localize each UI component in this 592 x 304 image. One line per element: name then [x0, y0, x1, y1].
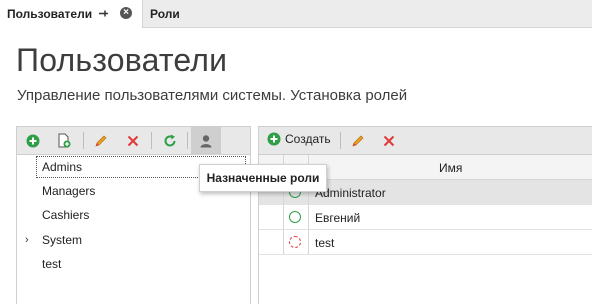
create-user-button[interactable]: Создать [267, 132, 331, 146]
tab-users-label: Пользователи [7, 7, 93, 21]
tooltip: Назначенные роли [199, 164, 327, 192]
delete-icon [383, 135, 395, 146]
toolbar-separator [83, 132, 84, 149]
status-cell [283, 205, 309, 229]
new-document-button[interactable] [49, 127, 79, 154]
groups-panel: Admins Managers Cashiers › System test [16, 126, 251, 304]
user-name: Евгений [315, 211, 361, 225]
table-row[interactable]: test [259, 230, 592, 255]
tree-item-label: test [42, 257, 62, 271]
refresh-button[interactable] [155, 127, 185, 154]
page-subtitle: Управление пользователями системы. Устан… [17, 87, 408, 104]
pin-icon[interactable] [98, 8, 109, 19]
tree-item-label: System [42, 233, 83, 247]
tree-item-label: Admins [42, 160, 83, 174]
inactive-status-icon [289, 236, 301, 248]
status-cell [283, 230, 309, 254]
groups-toolbar [17, 127, 250, 155]
users-panel: Создать Имя Administrator Евгений test [258, 126, 592, 304]
user-name: test [315, 236, 335, 250]
user-icon [200, 134, 211, 147]
tree-item-test[interactable]: test [17, 252, 250, 276]
refresh-icon [164, 134, 176, 146]
toolbar-separator [340, 132, 341, 149]
tree-item-cashiers[interactable]: Cashiers [17, 203, 250, 227]
tab-bar: Пользователи × Роли [0, 0, 592, 28]
active-status-icon [289, 211, 301, 223]
name-column-header[interactable]: Имя [439, 161, 462, 175]
pencil-icon [352, 135, 364, 147]
users-toolbar: Создать [259, 127, 592, 155]
toolbar-separator [151, 132, 152, 149]
assigned-roles-button[interactable] [191, 127, 221, 154]
row-indicator [259, 205, 284, 229]
edit-group-button[interactable] [86, 127, 116, 154]
create-user-label: Создать [285, 132, 331, 146]
tree-item-system[interactable]: › System [17, 228, 250, 252]
table-row[interactable]: Евгений [259, 205, 592, 230]
delete-icon [127, 135, 139, 146]
delete-group-button[interactable] [118, 127, 148, 154]
close-tab-icon[interactable]: × [120, 7, 132, 19]
tree-item-label: Managers [42, 184, 96, 198]
tab-users[interactable]: Пользователи × [0, 0, 143, 28]
delete-user-button[interactable] [374, 127, 404, 154]
add-icon [26, 134, 40, 147]
tab-roles[interactable]: Роли [150, 0, 180, 27]
toolbar-separator [187, 132, 188, 149]
add-icon [267, 132, 281, 146]
edit-user-button[interactable] [343, 127, 373, 154]
tree-item-label: Cashiers [42, 208, 90, 222]
add-group-button[interactable] [18, 127, 48, 154]
chevron-right-icon[interactable]: › [25, 234, 29, 246]
tab-roles-label: Роли [150, 6, 180, 21]
row-indicator [259, 230, 284, 254]
new-document-icon [58, 133, 71, 148]
page-title: Пользователи [16, 42, 228, 78]
pencil-icon [95, 135, 107, 147]
